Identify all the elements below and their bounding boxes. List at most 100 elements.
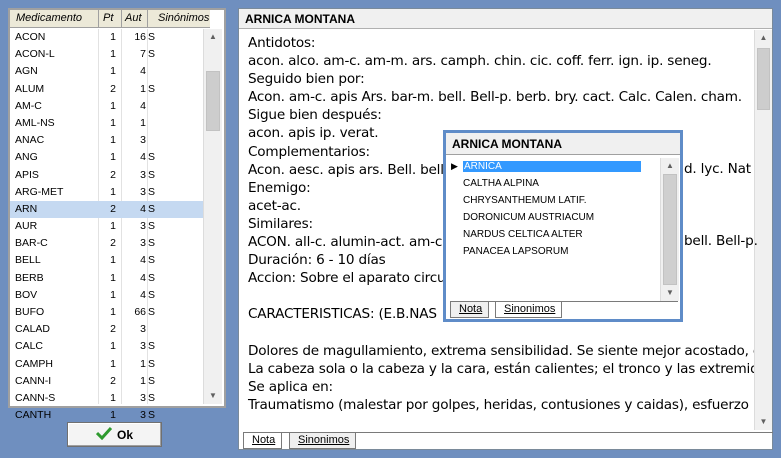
synonym-label: DORONICUM AUSTRIACUM — [463, 212, 595, 223]
remedy-pt: 1 — [110, 340, 116, 353]
remedy-synonym-flag: S — [148, 237, 156, 250]
table-row[interactable]: ANG 1 4 S — [10, 149, 210, 166]
remedy-synonym-flag: S — [148, 357, 156, 370]
table-row[interactable]: CALAD 2 3 — [10, 321, 210, 338]
remedy-name: AUR — [15, 220, 38, 233]
remedy-aut: 1 — [140, 82, 146, 95]
remedy-name: CANN-S — [15, 391, 56, 404]
remedy-synonym-flag: S — [148, 31, 156, 43]
remedy-name: CALAD — [15, 323, 51, 336]
scroll-up-arrow-icon[interactable]: ▲ — [204, 29, 222, 45]
note-line — [248, 324, 754, 342]
table-row[interactable]: CAMPH 1 1 S — [10, 356, 210, 373]
table-row[interactable]: AML-NS 1 1 — [10, 115, 210, 132]
popup-tabs: Nota Sinonimos — [450, 301, 678, 318]
note-scrollbar[interactable]: ▲ ▼ — [754, 30, 772, 430]
table-row[interactable]: CANN-I 2 1 S — [10, 373, 210, 390]
list-item[interactable]: CHRYSANTHEMUM LATIF. — [446, 192, 660, 209]
list-item[interactable]: DORONICUM AUSTRIACUM — [446, 209, 660, 226]
table-row[interactable]: BOV 1 4 S — [10, 287, 210, 304]
remedy-name: ARG-MET — [15, 185, 64, 198]
ok-button[interactable]: Ok — [67, 422, 162, 447]
popup-title: ARNICA MONTANA — [446, 133, 680, 155]
table-row[interactable]: AUR 1 3 S — [10, 218, 210, 235]
remedy-synonym-flag: S — [148, 168, 156, 181]
note-line: Antidotos: — [248, 35, 316, 51]
remedy-aut: 1 — [140, 374, 146, 387]
remedy-synonym-flag: S — [148, 288, 156, 301]
remedy-synonym-flag: S — [148, 391, 156, 404]
synonym-label: CHRYSANTHEMUM LATIF. — [463, 195, 587, 206]
remedy-synonym-flag: S — [148, 254, 156, 267]
scroll-down-arrow-icon[interactable]: ▼ — [661, 285, 679, 301]
remedy-name: AM-C — [15, 99, 42, 112]
table-row[interactable]: BELL 1 4 S — [10, 252, 210, 269]
tab-nota[interactable]: Nota — [450, 302, 490, 318]
remedy-pt: 1 — [110, 116, 116, 129]
table-row[interactable]: ARN 2 4 S — [10, 200, 210, 219]
remedy-pt: 1 — [110, 134, 116, 147]
remedy-pt: 2 — [110, 237, 116, 250]
table-row[interactable]: BAR-C 2 3 S — [10, 235, 210, 252]
column-divider — [147, 10, 148, 28]
list-item[interactable]: CALTHA ALPINA — [446, 175, 660, 192]
table-row[interactable]: AGN 1 4 — [10, 63, 210, 80]
remedy-pt: 2 — [110, 374, 116, 387]
remedy-aut: 4 — [140, 202, 146, 215]
list-item[interactable]: ▶ ARNICA — [446, 158, 660, 175]
table-row[interactable]: APIS 2 3 S — [10, 167, 210, 184]
remedy-aut: 4 — [140, 288, 146, 301]
scroll-up-arrow-icon[interactable]: ▲ — [755, 30, 772, 46]
table-row[interactable]: CALC 1 3 S — [10, 338, 210, 355]
synonyms-popup: ARNICA MONTANA ▶ ARNICA CALTHA ALPINA CHRYS… — [443, 130, 683, 322]
remedy-pt: 1 — [110, 391, 116, 404]
remedy-aut: 1 — [140, 357, 146, 370]
remedy-name: CANN-I — [15, 374, 52, 387]
scrollbar-thumb[interactable] — [663, 174, 677, 285]
remedy-pt: 1 — [110, 271, 116, 284]
remedy-aut: 3 — [140, 220, 146, 233]
tab-nota[interactable]: Nota — [243, 433, 283, 449]
table-row[interactable]: BUFO 1 66 S — [10, 304, 210, 321]
remedy-aut: 3 — [140, 409, 146, 422]
table-row[interactable]: ANAC 1 3 — [10, 132, 210, 149]
remedy-list-scrollbar[interactable]: ▲ ▼ — [203, 29, 222, 404]
scroll-down-arrow-icon[interactable]: ▼ — [204, 388, 222, 404]
table-row[interactable]: ACON 1 16 S — [10, 29, 210, 46]
column-divider — [98, 10, 99, 28]
remedy-aut: 3 — [140, 391, 146, 404]
table-row[interactable]: BERB 1 4 S — [10, 270, 210, 287]
table-row[interactable]: ACON-L 1 7 S — [10, 46, 210, 63]
remedy-pt: 1 — [110, 220, 116, 233]
remedy-name: CALC — [15, 340, 44, 353]
scroll-up-arrow-icon[interactable]: ▲ — [661, 158, 679, 174]
ok-button-label: Ok — [116, 427, 133, 442]
table-row[interactable]: AM-C 1 4 — [10, 98, 210, 115]
remedy-name: AGN — [15, 65, 38, 78]
list-item[interactable]: PANACEA LAPSORUM — [446, 243, 660, 260]
synonym-scrollbar[interactable]: ▲ ▼ — [660, 158, 679, 301]
remedy-pt: 1 — [110, 31, 116, 43]
remedy-name: ACON — [15, 31, 46, 43]
column-header-medicamento[interactable]: Medicamento — [16, 12, 82, 24]
remedy-pt: 1 — [110, 151, 116, 164]
tab-sinonimos[interactable]: Sinonimos — [495, 302, 563, 318]
tab-sinonimos[interactable]: Sinonimos — [289, 433, 357, 449]
scrollbar-thumb[interactable] — [206, 71, 220, 131]
note-line: La cabeza sola o la cabeza y la cara, es… — [248, 360, 754, 377]
table-row[interactable]: CANN-S 1 3 S — [10, 390, 210, 407]
scrollbar-thumb[interactable] — [757, 48, 770, 110]
column-header-sinonimos[interactable]: Sinónimos — [158, 12, 209, 24]
table-row[interactable]: ALUM 2 1 S — [10, 81, 210, 98]
table-row[interactable]: ARG-MET 1 3 S — [10, 184, 210, 201]
remedy-pt: 1 — [110, 409, 116, 422]
remedy-pt: 2 — [110, 202, 116, 215]
scroll-down-arrow-icon[interactable]: ▼ — [755, 414, 772, 430]
note-line: Acon. am-c. apis Ars. bar-m. bell. Bell-… — [248, 89, 742, 106]
list-item[interactable]: NARDUS CELTICA ALTER — [446, 226, 660, 243]
column-header-pt[interactable]: Pt — [103, 12, 113, 24]
synonym-label: CALTHA ALPINA — [463, 178, 539, 189]
remedy-name: BUFO — [15, 306, 45, 318]
column-header-aut[interactable]: Aut — [125, 12, 142, 24]
synonym-label: ARNICA — [463, 161, 641, 172]
